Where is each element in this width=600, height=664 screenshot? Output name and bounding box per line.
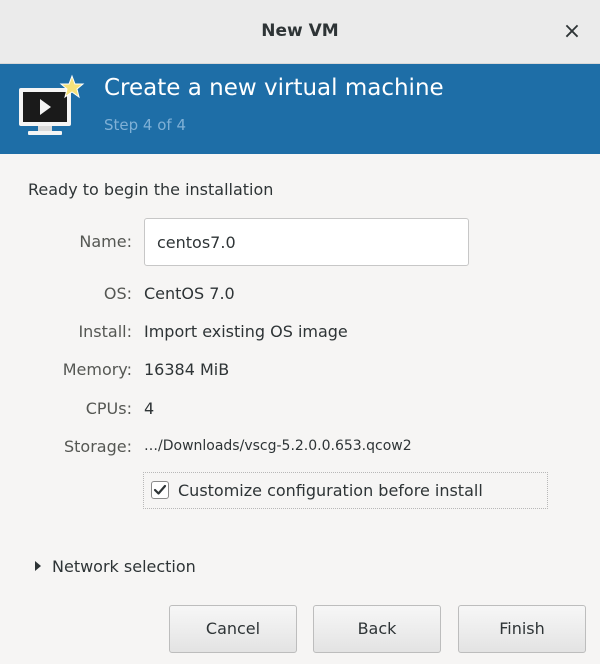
install-label: Install:	[78, 322, 132, 341]
ready-heading: Ready to begin the installation	[28, 180, 274, 199]
expander-arrow-icon	[35, 561, 41, 571]
wizard-step: Step 4 of 4	[104, 116, 187, 134]
title-bar: New VM ×	[0, 0, 600, 64]
storage-label: Storage:	[64, 437, 132, 456]
checkmark-icon	[153, 484, 167, 495]
storage-value: …/Downloads/vscg-5.2.0.0.653.qcow2	[144, 438, 412, 454]
name-label: Name:	[79, 232, 132, 251]
back-button[interactable]: Back	[313, 605, 441, 653]
memory-value: 16384 MiB	[144, 360, 230, 379]
wizard-banner: Create a new virtual machine Step 4 of 4	[0, 64, 600, 154]
cpus-value: 4	[144, 399, 155, 418]
vm-name-input[interactable]	[144, 218, 469, 266]
install-value: Import existing OS image	[144, 322, 348, 341]
os-label: OS:	[103, 284, 132, 303]
finish-button[interactable]: Finish	[458, 605, 586, 653]
cpus-label: CPUs:	[85, 399, 132, 418]
close-button[interactable]: ×	[558, 18, 586, 46]
window-title: New VM	[261, 21, 339, 41]
memory-label: Memory:	[62, 360, 132, 379]
network-selection-label[interactable]: Network selection	[52, 557, 196, 576]
cancel-button[interactable]: Cancel	[169, 605, 297, 653]
os-value: CentOS 7.0	[144, 284, 235, 303]
customize-checkbox-row[interactable]: Customize configuration before install	[143, 472, 548, 509]
wizard-title: Create a new virtual machine	[104, 75, 444, 101]
customize-label[interactable]: Customize configuration before install	[178, 481, 483, 500]
customize-checkbox[interactable]	[151, 481, 169, 499]
vm-monitor-icon	[19, 74, 85, 135]
